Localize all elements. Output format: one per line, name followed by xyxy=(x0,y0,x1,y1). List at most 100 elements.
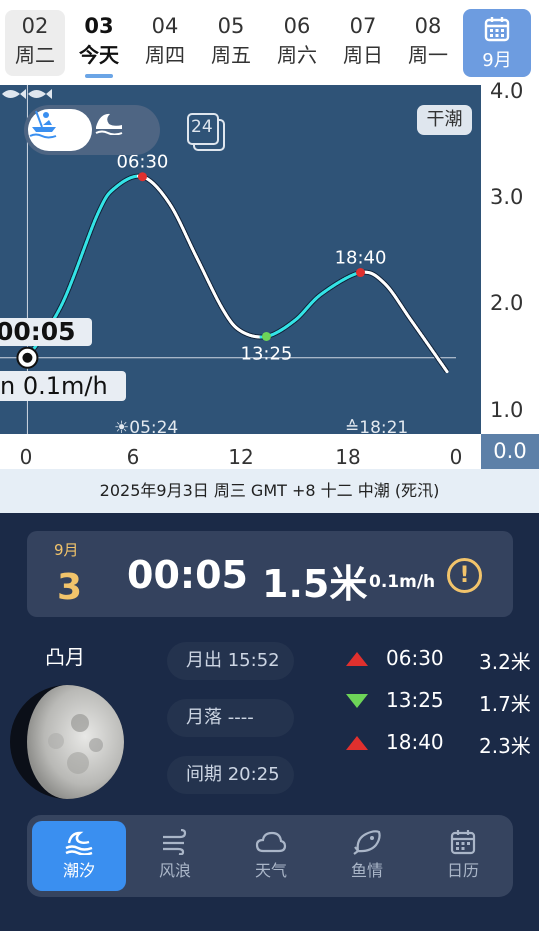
y-tick-label: 4.0 xyxy=(490,79,524,103)
day-item-07[interactable]: 07 周日 xyxy=(333,10,393,76)
day-number: 03 xyxy=(84,14,114,38)
zero-value-box: 0.0 xyxy=(481,434,539,469)
high-tide-icon xyxy=(346,652,368,666)
y-tick-label: 3.0 xyxy=(490,185,524,209)
date-strip: 02 周二 03 今天 04 周四 05 周五 06 周六 07 周日 08 周… xyxy=(0,0,539,85)
low-tide-icon xyxy=(346,694,368,708)
day-number: 04 xyxy=(151,14,179,38)
tab-label: 潮汐 xyxy=(62,861,95,880)
sunrise-time: 05:24 xyxy=(129,418,179,438)
tab-label: 风浪 xyxy=(158,861,191,880)
day-weekday: 周四 xyxy=(145,43,185,67)
tab-fishing[interactable]: 鱼情 xyxy=(320,821,414,891)
moonrise-pill: 月出 15:52 xyxy=(167,642,294,680)
moon-icon xyxy=(10,685,124,799)
day-number: 08 xyxy=(414,14,442,38)
tab-label: 鱼情 xyxy=(350,861,383,880)
y-tick-label: 2.0 xyxy=(490,291,524,315)
card-day: 3 xyxy=(57,567,83,608)
extreme-time-label: 18:40 xyxy=(335,248,387,269)
today-underline xyxy=(85,74,113,78)
calendar-icon xyxy=(484,17,510,42)
high-tide-point[interactable] xyxy=(137,172,147,182)
sunset-marker: ≙18:21 xyxy=(345,418,408,438)
day-number: 02 xyxy=(21,14,49,38)
tide-table-row: 13:25 1.7米 xyxy=(346,686,536,716)
current-height: 1.5米 xyxy=(262,562,368,606)
tab-calendar[interactable]: 日历 xyxy=(416,821,510,891)
date-info-line: 2025年9月3日 周三 GMT +8 十二 中潮 (死汛) xyxy=(0,469,539,513)
cursor-rate-label: n 0.1m/h xyxy=(0,371,126,401)
current-tide-card: 9月 3 00:05 1.5米 0.1m/h ! xyxy=(27,531,513,617)
day-number: 07 xyxy=(349,14,377,38)
mode-wave-option[interactable] xyxy=(94,109,158,151)
calendar-month-label: 9月 xyxy=(482,50,512,71)
bottom-tab-bar: 潮汐 风浪 天气 鱼情 日历 xyxy=(27,815,513,897)
day-item-04[interactable]: 04 周四 xyxy=(135,10,195,76)
chart-mode-toggle[interactable] xyxy=(24,105,160,155)
tide-icon xyxy=(65,831,93,855)
moonset-pill: 月落 ---- xyxy=(167,699,294,737)
x-tick-label: 0 xyxy=(449,445,463,469)
day-weekday: 今天 xyxy=(79,43,119,67)
dry-tide-badge[interactable]: 干潮 xyxy=(417,105,472,135)
current-rate: 0.1m/h xyxy=(369,572,436,592)
moon-phase-label: 凸月 xyxy=(45,645,85,669)
day-weekday: 周五 xyxy=(211,43,251,67)
sunset-time: 18:21 xyxy=(359,418,409,438)
range-24h-button[interactable]: 24 xyxy=(186,112,226,152)
wave-icon xyxy=(95,113,123,135)
warning-icon[interactable]: ! xyxy=(447,558,482,593)
boat-fishing-icon xyxy=(29,110,57,139)
fish-icon xyxy=(2,89,52,99)
tide-table-row: 06:30 3.2米 xyxy=(346,644,536,674)
day-item-02[interactable]: 02 周二 xyxy=(5,10,65,76)
day-item-08[interactable]: 08 周一 xyxy=(398,10,458,76)
x-tick-label: 6 xyxy=(126,445,140,469)
tide-time: 13:25 xyxy=(386,688,444,712)
tide-time: 06:30 xyxy=(386,646,444,670)
tab-label: 日历 xyxy=(446,861,479,880)
tide-height: 3.2米 xyxy=(479,650,531,674)
day-item-06[interactable]: 06 周六 xyxy=(267,10,327,76)
fish-icon xyxy=(353,830,381,855)
low-tide-point[interactable] xyxy=(261,331,271,341)
cursor-crosshair-icon[interactable] xyxy=(16,346,39,369)
tide-table-row: 18:40 2.3米 xyxy=(346,728,536,758)
day-number: 06 xyxy=(283,14,311,38)
day-weekday: 周六 xyxy=(277,43,317,67)
tide-curve-segment xyxy=(444,368,449,374)
day-weekday: 周一 xyxy=(408,43,448,67)
mode-fishing-option[interactable] xyxy=(28,109,92,151)
day-weekday: 周日 xyxy=(343,43,383,67)
high-tide-icon xyxy=(346,736,368,750)
extreme-time-label: 13:25 xyxy=(241,343,293,364)
tab-tide[interactable]: 潮汐 xyxy=(32,821,126,891)
sun-icon: ☀ xyxy=(114,418,130,438)
x-tick-label: 18 xyxy=(335,445,361,469)
bottom-panel: 9月 3 00:05 1.5米 0.1m/h ! 凸月 月出 15:52 月落 … xyxy=(0,513,539,931)
x-tick-label: 12 xyxy=(228,445,254,469)
tab-wind[interactable]: 风浪 xyxy=(128,821,222,891)
day-number: 05 xyxy=(217,14,245,38)
day-item-05[interactable]: 05 周五 xyxy=(201,10,261,76)
tide-time: 18:40 xyxy=(386,730,444,754)
high-tide-point[interactable] xyxy=(356,268,366,278)
tab-weather[interactable]: 天气 xyxy=(224,821,318,891)
cursor-time-label: 00:05 xyxy=(0,318,92,346)
day-weekday: 周二 xyxy=(15,43,55,67)
calendar-month-button[interactable]: 9月 xyxy=(463,9,531,77)
day-item-today[interactable]: 03 今天 xyxy=(69,10,129,78)
range-24-label: 24 xyxy=(191,117,213,137)
wind-icon xyxy=(163,829,187,855)
sunrise-marker: ☀05:24 xyxy=(114,418,178,438)
card-month: 9月 xyxy=(54,541,79,559)
x-tick-label: 0 xyxy=(19,445,33,469)
y-tick-label: 1.0 xyxy=(490,398,524,422)
interval-pill: 间期 20:25 xyxy=(167,756,294,794)
calendar-icon xyxy=(450,830,476,855)
tide-chart[interactable]: 06:30 13:25 18:40 24 干潮 00:05 n 0.1m/h 4… xyxy=(0,79,539,469)
cloud-icon xyxy=(255,831,287,853)
y-axis-panel xyxy=(481,85,539,434)
tide-height: 2.3米 xyxy=(479,734,531,758)
